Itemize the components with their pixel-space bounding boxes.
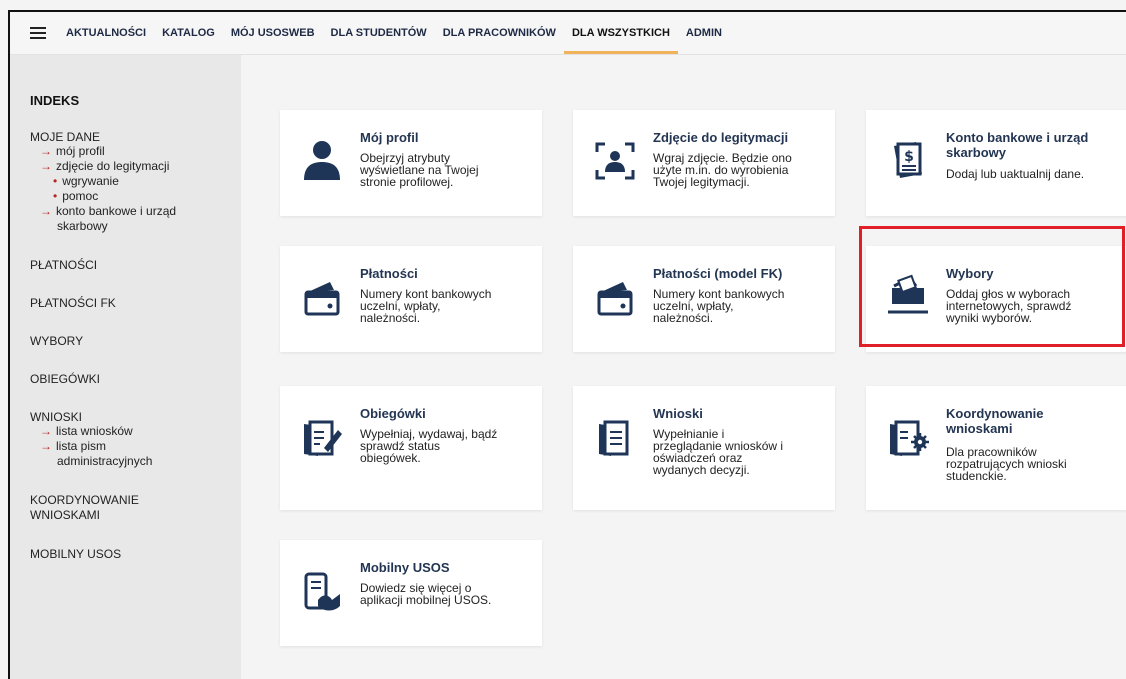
sidebar-group-wybory: WYBORY	[10, 334, 241, 348]
sidebar-link-label: konto bankowe i urząd	[56, 204, 177, 218]
sidebar-group-obiegowki: OBIEGÓWKI	[10, 372, 241, 386]
card-title: Wnioski	[653, 406, 703, 421]
card-title: Koordynowanie wnioskami	[946, 406, 1044, 436]
card-description: Wypełnianie i przeglądanie wniosków i oświ…	[653, 427, 784, 477]
card-title: Konto bankowe i urząd skarbowy	[946, 130, 1089, 160]
nav-katalog[interactable]: KATALOG	[154, 12, 223, 54]
nav-dla-wszystkich[interactable]: DLA WSZYSTKICH	[563, 12, 678, 54]
card-title: Płatności (model FK)	[653, 266, 783, 281]
edit-document-icon	[304, 420, 342, 456]
sidebar-link-label: lista pism	[56, 439, 107, 453]
card-platnosci-fk[interactable]: Płatności (model FK) Numery kont bankowy…	[573, 246, 835, 352]
card-description: Dodaj lub uaktualnij dane.	[946, 167, 1085, 181]
user-icon	[304, 141, 340, 180]
sidebar-item-platnosci[interactable]: PŁATNOŚCI	[30, 258, 241, 272]
sidebar-link-lista-pism-cont[interactable]: administracyjnych	[57, 454, 241, 469]
document-list-icon	[599, 420, 629, 456]
card-platnosci[interactable]: Płatności Numery kont bankowych uczelni, …	[280, 246, 542, 352]
card-title: Zdjęcie do legitymacji	[653, 130, 789, 145]
bullet-icon: •	[53, 174, 58, 188]
sidebar-link-label: lista wniosków	[56, 424, 133, 438]
sidebar-item-koordynowanie[interactable]: KOORDYNOWANIE	[30, 493, 241, 508]
card-konto-bankowe[interactable]: $ Konto bankowe i urząd skarbowy Dodaj lu…	[866, 110, 1126, 216]
card-moj-profil[interactable]: Mój profil Obejrzyj atrybuty wyświetlane …	[280, 110, 542, 216]
sidebar-group-mobilny: MOBILNY USOS	[10, 547, 241, 561]
card-zdjecie[interactable]: Zdjęcie do legitymacji Wgraj zdjęcie. Bę…	[573, 110, 835, 216]
svg-text:$: $	[904, 149, 914, 165]
sidebar-item-obiegowki[interactable]: OBIEGÓWKI	[30, 372, 241, 386]
sidebar-link-moj-profil[interactable]: → mój profil	[40, 144, 241, 159]
wallet-icon	[304, 282, 340, 316]
card-description: Obejrzyj atrybuty wyświetlane na Twojej st…	[360, 151, 479, 189]
sidebar-link-label: zdjęcie do legitymacji	[56, 159, 170, 173]
nav-moj-usosweb[interactable]: MÓJ USOSWEB	[223, 12, 323, 54]
card-description: Numery kont bankowych uczelni, wpłaty, nal…	[360, 287, 492, 325]
sidebar-item-wybory[interactable]: WYBORY	[30, 334, 241, 348]
sidebar-link-zdjecie[interactable]: → zdjęcie do legitymacji	[40, 159, 241, 174]
card-title: Mobilny USOS	[360, 560, 450, 575]
arrow-right-icon: →	[40, 144, 52, 158]
sidebar-link-label: pomoc	[62, 189, 99, 203]
sidebar-link-konto[interactable]: → konto bankowe i urząd	[40, 204, 241, 219]
card-description: Dowiedz się więcej o aplikacji mobilnej U…	[360, 581, 492, 607]
sidebar-item-platnosci-fk[interactable]: PŁATNOŚCI FK	[30, 296, 241, 310]
nav-dla-pracownikow[interactable]: DLA PRACOWNIKÓW	[435, 12, 564, 54]
nav-aktualnosci[interactable]: AKTUALNOŚCI	[66, 12, 154, 54]
document-gear-icon	[890, 420, 929, 456]
card-description: Numery kont bankowych uczelni, wpłaty, nal…	[653, 287, 785, 325]
bullet-icon: •	[53, 189, 58, 203]
sidebar-item-koordynowanie-cont[interactable]: WNIOSKAMI	[30, 508, 241, 523]
card-description: Wgraj zdjęcie. Będzie ono użyte m.in. do …	[653, 151, 792, 189]
card-title: Obiegówki	[360, 406, 426, 421]
card-wnioski[interactable]: Wnioski Wypełnianie i przeglądanie wniosk…	[573, 386, 835, 510]
card-koordynowanie[interactable]: Koordynowanie wnioskami Dla pracowników ro…	[866, 386, 1126, 510]
sidebar-item-wnioski[interactable]: WNIOSKI	[30, 410, 241, 424]
sidebar-link-lista-wnioskow[interactable]: → lista wniosków	[40, 424, 241, 439]
arrow-right-icon: →	[40, 159, 52, 173]
menu-icon[interactable]	[10, 12, 66, 54]
nav-admin[interactable]: ADMIN	[678, 12, 730, 54]
sidebar-group-moje-dane: MOJE DANE → mój profil → zdjęcie do legity…	[10, 130, 241, 234]
sidebar-link-label: mój profil	[56, 144, 105, 158]
wallet-icon	[597, 282, 633, 316]
card-description: Wypełniaj, wydawaj, bądź sprawdź status ob…	[360, 427, 498, 465]
sidebar-link-konto-cont[interactable]: skarbowy	[57, 219, 241, 234]
sidebar-group-wnioski: WNIOSKI → lista wniosków → lista pism admi…	[10, 410, 241, 469]
arrow-right-icon: →	[40, 424, 52, 438]
sidebar-group-koordynowanie: KOORDYNOWANIE WNIOSKAMI	[10, 493, 241, 523]
nav-dla-studentow[interactable]: DLA STUDENTÓW	[323, 12, 435, 54]
sidebar-link-label: wgrywanie	[62, 174, 119, 188]
card-description: Dla pracowników rozpatrujących wnioski stu…	[946, 445, 1067, 483]
bank-document-icon: $	[894, 142, 922, 178]
app-frame: AKTUALNOŚCI KATALOG MÓJ USOSWEB DLA STUD…	[8, 10, 1126, 679]
sidebar-link-pomoc[interactable]: • pomoc	[53, 189, 241, 204]
top-navigation: AKTUALNOŚCI KATALOG MÓJ USOSWEB DLA STUD…	[10, 12, 1126, 55]
sidebar-group-platnosci: PŁATNOŚCI	[10, 258, 241, 272]
sidebar-item-mobilny[interactable]: MOBILNY USOS	[30, 547, 241, 561]
arrow-right-icon: →	[40, 204, 52, 218]
arrow-right-icon: →	[40, 439, 52, 453]
selection-highlight	[859, 226, 1125, 347]
mobile-phone-icon	[304, 572, 340, 611]
sidebar-link-lista-pism[interactable]: → lista pism	[40, 439, 241, 454]
sidebar-title: INDEKS	[30, 93, 80, 108]
sidebar-item-moje-dane[interactable]: MOJE DANE	[30, 130, 241, 144]
sidebar-group-platnosci-fk: PŁATNOŚCI FK	[10, 296, 241, 310]
card-obiegowki[interactable]: Obiegówki Wypełniaj, wydawaj, bądź sprawd…	[280, 386, 542, 510]
card-title: Mój profil	[360, 130, 419, 145]
card-mobilny-usos[interactable]: Mobilny USOS Dowiedz się więcej o aplikac…	[280, 540, 542, 646]
sidebar: INDEKS MOJE DANE → mój profil → zdjęcie do…	[10, 55, 241, 679]
photo-frame-icon	[595, 142, 635, 180]
card-title: Płatności	[360, 266, 418, 281]
sidebar-link-wgrywanie[interactable]: • wgrywanie	[53, 174, 241, 189]
